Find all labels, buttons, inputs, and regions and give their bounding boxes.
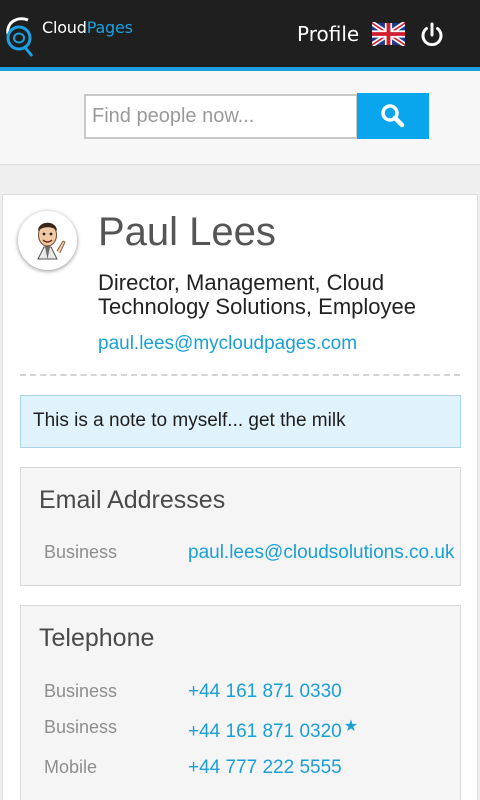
star-icon: ★ (343, 718, 359, 735)
phone-link[interactable]: +44 161 871 0330 (188, 681, 342, 703)
phone-label: Mobile (44, 757, 98, 777)
divider (20, 374, 460, 376)
cloudpages-logo[interactable]: CloudPages (2, 8, 142, 58)
phone-link-starred[interactable]: +44 161 871 0320 ★ (188, 718, 359, 743)
phone-number: +44 161 871 0320 (188, 721, 342, 742)
avatar-caricature-icon (18, 211, 77, 270)
phone-section-title: Telephone (39, 624, 155, 652)
telephone-section: Telephone Business +44 161 871 0330 Busi… (20, 605, 461, 800)
person-role: Director, Management, Cloud Technology S… (98, 270, 416, 319)
search-icon (381, 104, 405, 128)
avatar (18, 211, 77, 270)
primary-email-link[interactable]: paul.lees@mycloudpages.com (98, 333, 357, 355)
top-bar: CloudPages Profile (0, 0, 480, 67)
email-section-title: Email Addresses (39, 486, 226, 514)
logo-text-pages: Pages (86, 18, 133, 37)
personal-note: This is a note to myself... get the milk (20, 395, 461, 448)
search-bar (0, 71, 480, 165)
cloudpages-logo-icon (6, 17, 34, 57)
logo-text-cloud: Cloud (42, 18, 87, 37)
phone-label: Business (44, 681, 118, 701)
power-icon[interactable] (418, 21, 446, 49)
logo-text: CloudPages (42, 18, 133, 37)
uk-flag-icon[interactable] (372, 22, 405, 46)
business-email-link[interactable]: paul.lees@cloudsolutions.co.uk (188, 542, 454, 564)
phone-label: Business (44, 717, 118, 737)
email-addresses-section: Email Addresses Business paul.lees@cloud… (20, 467, 461, 586)
search-button[interactable] (357, 93, 429, 139)
person-name: Paul Lees (98, 210, 276, 254)
email-label: Business (44, 542, 118, 562)
search-input[interactable] (84, 94, 358, 139)
phone-link[interactable]: +44 777 222 5555 (188, 757, 342, 779)
profile-link[interactable]: Profile (297, 22, 359, 46)
